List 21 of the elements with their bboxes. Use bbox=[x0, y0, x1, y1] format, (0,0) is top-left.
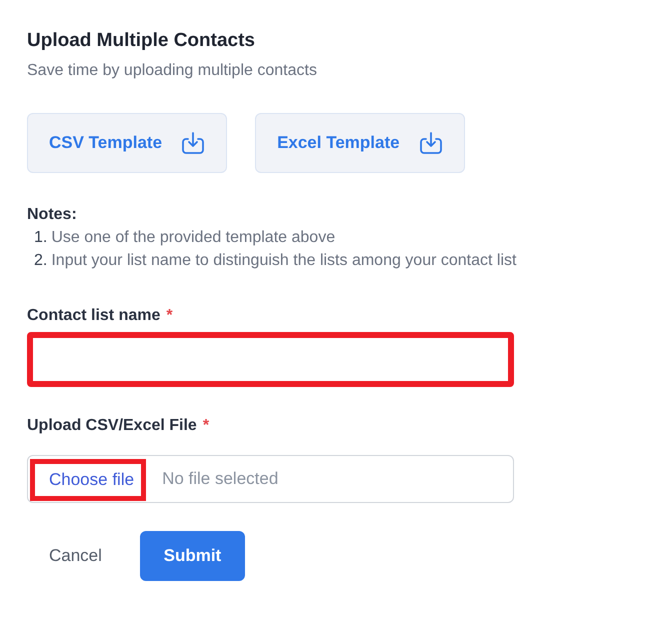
note-text: Input your list name to distinguish the lists among your contact list bbox=[51, 252, 516, 270]
cancel-button[interactable]: Cancel bbox=[49, 546, 102, 566]
required-mark: * bbox=[202, 417, 210, 435]
file-status: No file selected bbox=[162, 469, 278, 489]
notes-heading: Notes: bbox=[27, 206, 78, 224]
file-field[interactable]: Choose file No file selected bbox=[27, 455, 514, 503]
download-icon bbox=[418, 130, 444, 156]
required-mark: * bbox=[166, 307, 173, 325]
submit-button[interactable]: Submit bbox=[140, 531, 245, 581]
template-download-button[interactable]: CSV Template bbox=[27, 113, 228, 173]
choose-file-button[interactable]: Choose file bbox=[30, 459, 146, 501]
note-number: 1. bbox=[34, 229, 48, 247]
note-text: Use one of the provided template above bbox=[51, 229, 336, 247]
field-label: Upload CSV/Excel File bbox=[27, 417, 197, 435]
dialog-title: Upload Multiple Contacts bbox=[27, 30, 256, 52]
download-icon bbox=[180, 130, 206, 156]
dialog-subtitle: Save time by uploading multiple contacts bbox=[27, 62, 318, 80]
list-name-field[interactable] bbox=[27, 332, 514, 387]
field-label: Contact list name bbox=[27, 307, 160, 325]
note-number: 2. bbox=[34, 252, 48, 270]
template-download-button[interactable]: Excel Template bbox=[255, 113, 465, 173]
